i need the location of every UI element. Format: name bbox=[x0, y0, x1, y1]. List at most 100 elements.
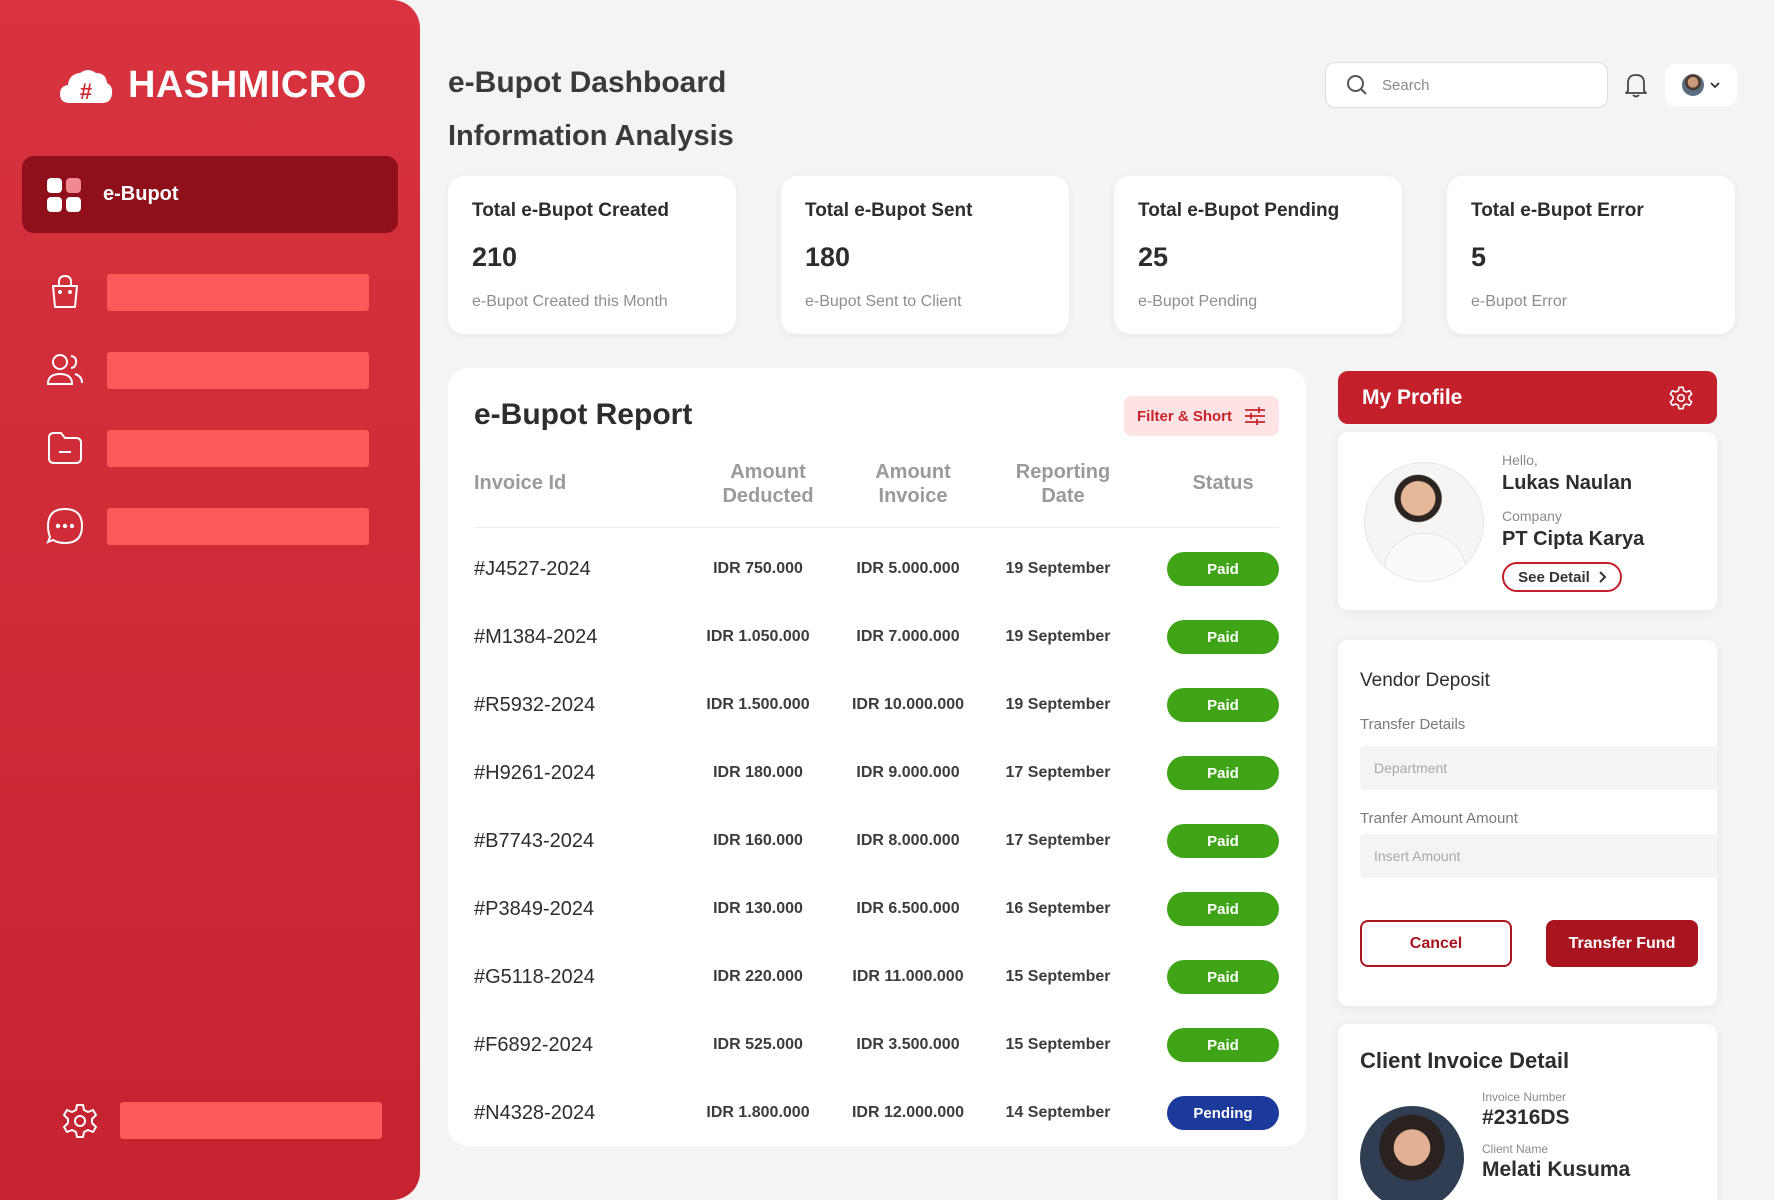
amount-invoice: IDR 11.000.000 bbox=[852, 968, 964, 985]
report-panel: e-Bupot Report Filter & Short Invoice Id… bbox=[448, 368, 1306, 1146]
column-header-reporting-date[interactable]: Reporting Date bbox=[1008, 460, 1118, 508]
table-row[interactable]: #G5118-2024 IDR 220.000 IDR 11.000.000 15 S… bbox=[474, 958, 1279, 998]
brand-logo[interactable]: # HASHMICRO bbox=[58, 64, 367, 107]
brand-name: HASHMICRO bbox=[128, 64, 367, 106]
transfer-fund-button[interactable]: Transfer Fund bbox=[1546, 920, 1698, 967]
invoice-id[interactable]: #R5932-2024 bbox=[474, 694, 595, 717]
sidebar-item-placeholder bbox=[107, 507, 369, 545]
sidebar-item-folder[interactable] bbox=[45, 428, 369, 468]
invoice-id[interactable]: #F6892-2024 bbox=[474, 1034, 593, 1057]
filter-sort-button[interactable]: Filter & Short bbox=[1124, 396, 1279, 436]
table-row[interactable]: #P3849-2024 IDR 130.000 IDR 6.500.000 16 Se… bbox=[474, 890, 1279, 930]
status-badge: Pending bbox=[1167, 1096, 1279, 1130]
invoice-id[interactable]: #M1384-2024 bbox=[474, 626, 597, 649]
status-badge: Paid bbox=[1167, 552, 1279, 586]
client-invoice-card: Client Invoice Detail Invoice Number #23… bbox=[1338, 1024, 1717, 1200]
department-field[interactable] bbox=[1360, 746, 1717, 790]
page-title: e-Bupot Dashboard bbox=[448, 66, 727, 99]
table-row[interactable]: #J4527-2024 IDR 750.000 IDR 5.000.000 19 Se… bbox=[474, 550, 1279, 590]
invoice-id[interactable]: #G5118-2024 bbox=[474, 966, 595, 989]
sidebar-item-shop[interactable] bbox=[45, 272, 369, 312]
cancel-button[interactable]: Cancel bbox=[1360, 920, 1512, 967]
reporting-date: 15 September bbox=[1005, 1036, 1111, 1053]
invoice-id[interactable]: #J4527-2024 bbox=[474, 558, 591, 581]
sidebar-item-placeholder bbox=[120, 1102, 382, 1139]
sidebar-item-placeholder bbox=[107, 429, 369, 467]
stat-subtitle: e-Bupot Error bbox=[1471, 293, 1568, 310]
invoice-id[interactable]: #N4328-2024 bbox=[474, 1102, 595, 1125]
sidebar-item-settings[interactable] bbox=[62, 1102, 382, 1139]
invoice-id[interactable]: #H9261-2024 bbox=[474, 762, 595, 785]
see-detail-button[interactable]: See Detail bbox=[1502, 562, 1622, 592]
notification-button[interactable] bbox=[1624, 72, 1648, 103]
table-row[interactable]: #N4328-2024 IDR 1.800.000 IDR 12.000.000 14… bbox=[474, 1094, 1279, 1134]
stat-card-created: Total e-Bupot Created 210 e-Bupot Create… bbox=[448, 176, 736, 334]
stat-subtitle: e-Bupot Sent to Client bbox=[805, 293, 962, 310]
hashmicro-logo-icon: # bbox=[60, 69, 113, 104]
column-header-amount-invoice[interactable]: Amount Invoice bbox=[858, 460, 968, 508]
amount-deducted: IDR 1.500.000 bbox=[706, 696, 810, 713]
stat-title: Total e-Bupot Error bbox=[1471, 200, 1644, 221]
chevron-right-icon bbox=[1599, 571, 1606, 583]
grid-icon bbox=[47, 177, 81, 212]
bell-icon bbox=[1625, 74, 1647, 98]
sidebar-item-chat[interactable] bbox=[45, 506, 369, 546]
reporting-date: 16 September bbox=[1005, 900, 1111, 917]
folder-icon bbox=[48, 432, 82, 464]
sidebar-item-e-bupot[interactable]: e-Bupot bbox=[22, 156, 398, 233]
amount-deducted: IDR 750.000 bbox=[713, 560, 803, 577]
amount-invoice: IDR 8.000.000 bbox=[856, 832, 960, 849]
invoice-number-label: Invoice Number bbox=[1482, 1090, 1567, 1104]
report-title: e-Bupot Report bbox=[474, 398, 693, 431]
amount-invoice: IDR 10.000.000 bbox=[851, 696, 965, 713]
reporting-date: 19 September bbox=[1005, 696, 1111, 713]
reporting-date: 17 September bbox=[1005, 832, 1111, 849]
reporting-date: 15 September bbox=[1005, 968, 1111, 985]
stat-title: Total e-Bupot Sent bbox=[805, 200, 973, 221]
amount-deducted: IDR 525.000 bbox=[713, 1036, 803, 1053]
search-icon bbox=[1347, 75, 1367, 95]
amount-invoice: IDR 3.500.000 bbox=[856, 1036, 960, 1053]
status-badge: Paid bbox=[1167, 1028, 1279, 1062]
sidebar: # HASHMICRO e-Bupot bbox=[0, 0, 420, 1200]
sidebar-item-label: e-Bupot bbox=[103, 183, 179, 205]
table-row[interactable]: #F6892-2024 IDR 525.000 IDR 3.500.000 15 Se… bbox=[474, 1026, 1279, 1066]
search-box[interactable] bbox=[1325, 62, 1608, 108]
client-invoice-title: Client Invoice Detail bbox=[1360, 1048, 1570, 1073]
status-badge: Paid bbox=[1167, 620, 1279, 654]
profile-title: My Profile bbox=[1362, 385, 1463, 409]
table-row[interactable]: #H9261-2024 IDR 180.000 IDR 9.000.000 17 Se… bbox=[474, 754, 1279, 794]
user-menu-button[interactable] bbox=[1665, 64, 1737, 106]
amount-field[interactable] bbox=[1360, 834, 1717, 878]
column-header-amount-deducted[interactable]: Amount Deducted bbox=[708, 460, 828, 508]
table-row[interactable]: #B7743-2024 IDR 160.000 IDR 8.000.000 17 Se… bbox=[474, 822, 1279, 862]
stat-subtitle: e-Bupot Pending bbox=[1138, 293, 1258, 310]
greeting: Hello, bbox=[1502, 452, 1538, 468]
sidebar-item-placeholder bbox=[107, 351, 369, 389]
sidebar-item-users[interactable] bbox=[45, 350, 369, 390]
vendor-deposit-card: Vendor Deposit Transfer Details Tranfer … bbox=[1338, 640, 1717, 1006]
status-badge: Paid bbox=[1167, 892, 1279, 926]
company-label: Company bbox=[1502, 508, 1562, 524]
column-header-status[interactable]: Status bbox=[1167, 471, 1279, 495]
stat-card-pending: Total e-Bupot Pending 25 e-Bupot Pending bbox=[1114, 176, 1402, 334]
invoice-id[interactable]: #P3849-2024 bbox=[474, 898, 594, 921]
search-input[interactable] bbox=[1382, 76, 1582, 94]
stat-value: 5 bbox=[1471, 242, 1487, 272]
gear-icon bbox=[63, 1103, 97, 1138]
reporting-date: 19 September bbox=[1005, 560, 1111, 577]
status-badge: Paid bbox=[1167, 688, 1279, 722]
stat-card-error: Total e-Bupot Error 5 e-Bupot Error bbox=[1447, 176, 1735, 334]
client-name: Melati Kusuma bbox=[1482, 1158, 1631, 1181]
profile-card: Hello, Lukas Naulan Company PT Cipta Kar… bbox=[1338, 432, 1717, 610]
invoice-id[interactable]: #B7743-2024 bbox=[474, 830, 594, 853]
gear-icon[interactable] bbox=[1669, 386, 1693, 410]
company-name: PT Cipta Karya bbox=[1502, 528, 1645, 550]
profile-photo bbox=[1364, 462, 1484, 582]
table-row[interactable]: #M1384-2024 IDR 1.050.000 IDR 7.000.000 19 … bbox=[474, 618, 1279, 658]
chat-icon bbox=[46, 507, 84, 545]
column-header-invoice-id[interactable]: Invoice Id bbox=[474, 471, 566, 495]
chevron-down-icon bbox=[1710, 82, 1720, 89]
amount-invoice: IDR 7.000.000 bbox=[856, 628, 960, 645]
table-row[interactable]: #R5932-2024 IDR 1.500.000 IDR 10.000.000 19… bbox=[474, 686, 1279, 726]
